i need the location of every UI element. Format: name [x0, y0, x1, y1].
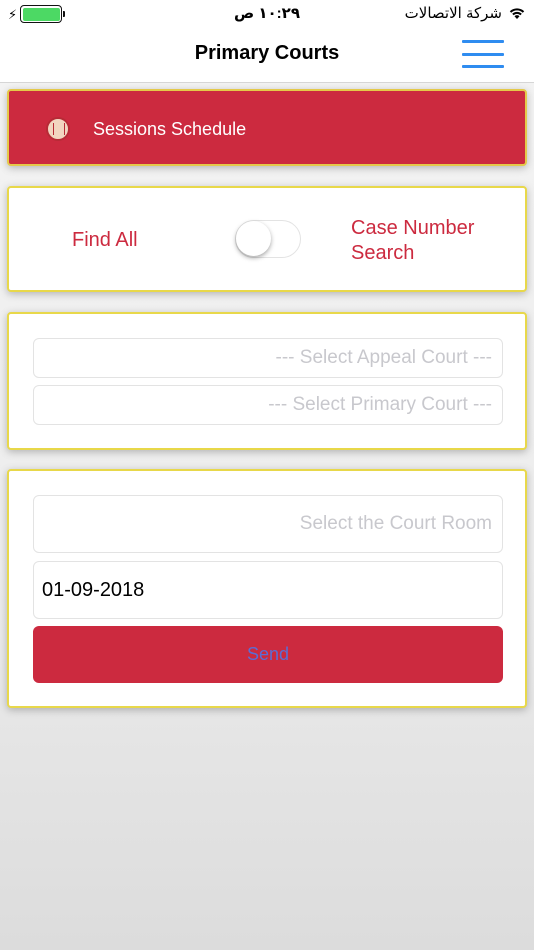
- court-room-card: Select the Court Room 01-09-2018 Send: [7, 469, 527, 708]
- page-title: Primary Courts: [194, 42, 340, 64]
- search-mode-toggle[interactable]: [235, 220, 301, 258]
- menu-line: [462, 40, 504, 43]
- navigation-bar: Primary Courts: [0, 28, 534, 83]
- toggle-knob: [236, 221, 271, 256]
- court-seal-icon: [46, 117, 70, 141]
- send-button[interactable]: Send: [33, 626, 503, 683]
- appeal-court-select[interactable]: --- Select Appeal Court ---: [33, 338, 503, 378]
- wifi-icon: [509, 8, 525, 19]
- hamburger-menu-icon[interactable]: [462, 38, 504, 70]
- menu-line: [462, 52, 504, 56]
- search-mode-card: Find All Case Number Search: [7, 186, 527, 292]
- court-room-select[interactable]: Select the Court Room: [33, 495, 503, 553]
- sessions-schedule-banner: Sessions Schedule: [7, 89, 527, 166]
- case-number-search-label[interactable]: Case Number Search: [351, 216, 511, 266]
- carrier-name: شركة الاتصالات: [404, 5, 502, 22]
- find-all-label[interactable]: Find All: [72, 229, 138, 252]
- status-bar: ⚡ ١٠:٢٩ ص شركة الاتصالات: [0, 0, 534, 28]
- banner-label: Sessions Schedule: [93, 119, 247, 139]
- primary-court-select[interactable]: --- Select Primary Court ---: [33, 385, 503, 425]
- carrier-info: شركة الاتصالات: [405, 4, 526, 22]
- menu-line: [462, 65, 504, 68]
- court-select-card: --- Select Appeal Court --- --- Select P…: [7, 312, 527, 450]
- date-field[interactable]: 01-09-2018: [33, 561, 503, 619]
